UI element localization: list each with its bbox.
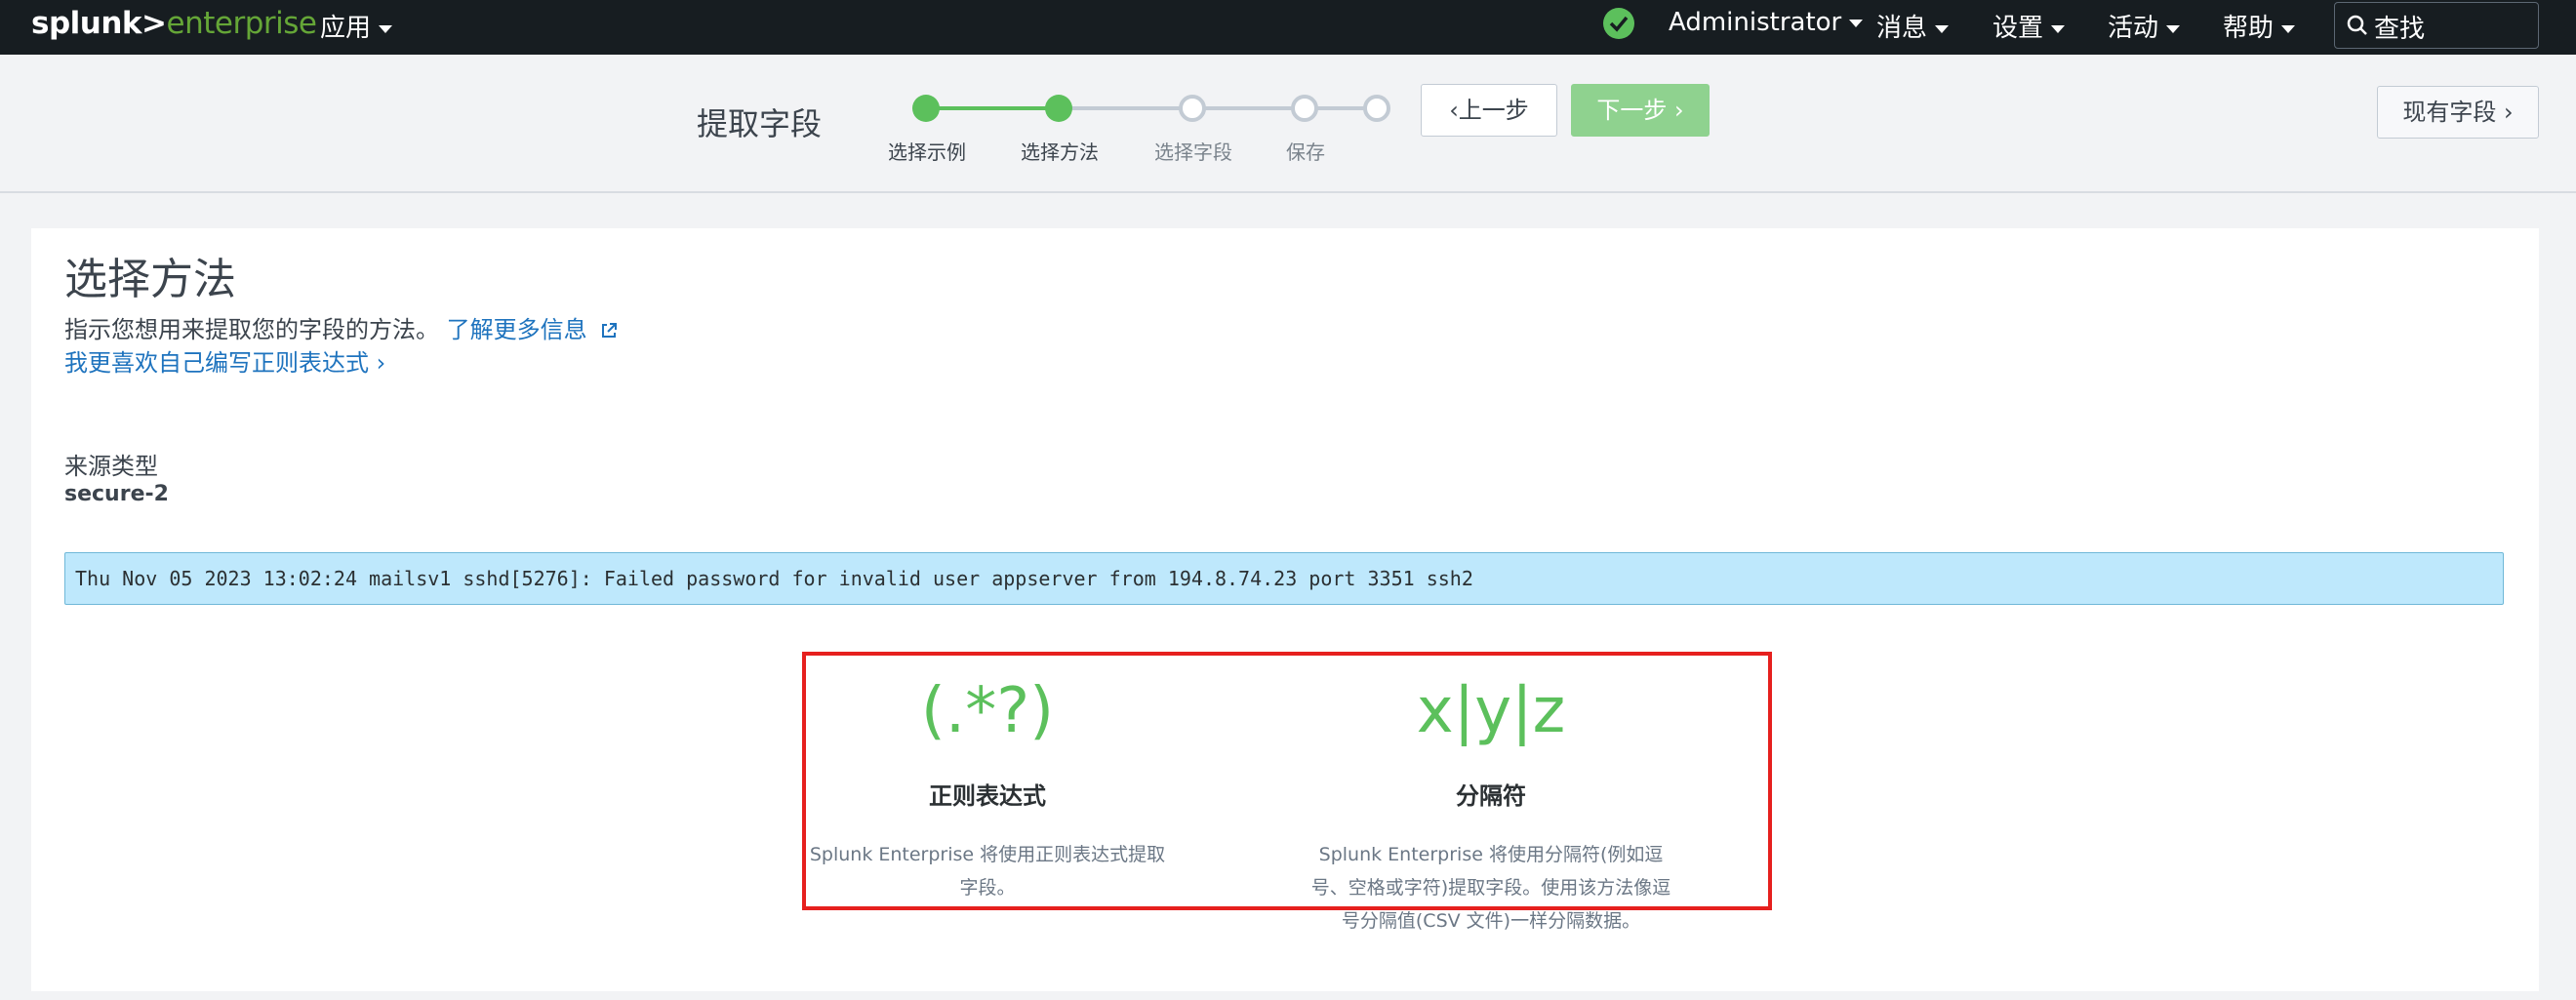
step-connector-done (926, 106, 1059, 110)
step-dot-save (1291, 95, 1318, 122)
step-dot-select-fields (1179, 95, 1206, 122)
existing-fields-button[interactable]: 现有字段 › (2377, 86, 2539, 139)
wizard-header: 提取字段 选择示例 选择方法 选择字段 保存 ‹上一步 下一步 › 现有字段 › (0, 55, 2576, 193)
apps-menu[interactable]: 应用 (320, 8, 393, 44)
user-menu[interactable]: Administrator (1669, 8, 1864, 37)
chevron-right-icon: › (2496, 99, 2514, 126)
next-button[interactable]: 下一步 › (1571, 84, 1710, 137)
step-label-save: 保存 (1286, 140, 1325, 164)
wizard-title: 提取字段 (697, 105, 823, 142)
step-label-select-sample: 选择示例 (888, 140, 966, 164)
chevron-right-icon: › (1667, 97, 1684, 124)
page-title: 选择方法 (64, 255, 236, 304)
chevron-left-icon: ‹ (1449, 97, 1459, 124)
previous-button[interactable]: ‹上一步 (1421, 84, 1557, 137)
messages-menu[interactable]: 消息 (1876, 8, 1950, 44)
write-regex-link[interactable]: 我更喜欢自己编写正则表达式 › (64, 343, 385, 378)
step-connector-todo (1059, 106, 1377, 110)
sample-event: Thu Nov 05 2023 13:02:24 mailsv1 sshd[52… (64, 552, 2504, 605)
help-menu[interactable]: 帮助 (2223, 8, 2296, 44)
chevron-down-icon (2281, 24, 2296, 33)
search-icon (2347, 15, 2367, 35)
learn-more-link[interactable]: 了解更多信息 (447, 316, 619, 343)
splunk-logo[interactable]: splunk>enterprise (31, 6, 317, 41)
step-label-select-fields: 选择字段 (1154, 140, 1232, 164)
settings-menu[interactable]: 设置 (1992, 8, 2066, 44)
source-type-value: secure-2 (64, 482, 169, 506)
chevron-down-icon (2051, 24, 2066, 33)
chevron-down-icon (1935, 24, 1950, 33)
health-status-icon[interactable] (1603, 8, 1634, 39)
page-description: 指示您想用来提取您的字段的方法。 了解更多信息 (64, 310, 618, 344)
step-dot-end (1363, 95, 1390, 122)
step-label-select-method: 选择方法 (1021, 140, 1099, 164)
source-type-label: 来源类型 (64, 453, 158, 480)
step-dot-select-sample (912, 95, 940, 122)
chevron-down-icon (2166, 24, 2181, 33)
search-input[interactable]: 查找 (2334, 2, 2539, 49)
top-navbar: splunk>enterprise 应用 Administrator 消息 设置… (0, 0, 2576, 55)
step-dot-select-method (1045, 95, 1072, 122)
chevron-down-icon (1849, 19, 1864, 27)
annotation-highlight-box (802, 652, 1772, 910)
activity-menu[interactable]: 活动 (2108, 8, 2181, 44)
chevron-right-icon: › (369, 349, 386, 377)
external-link-icon (602, 323, 618, 338)
chevron-down-icon (379, 24, 393, 33)
